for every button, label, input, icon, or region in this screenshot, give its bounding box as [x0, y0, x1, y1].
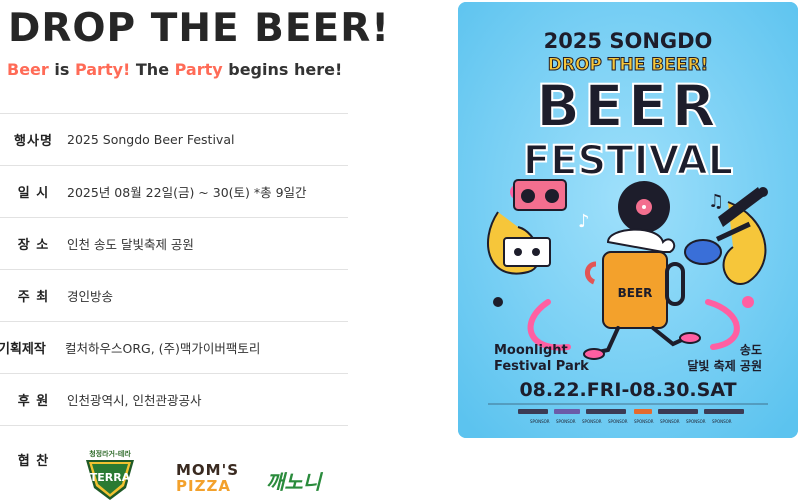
poster-sponsor-slot: SPONSOR — [686, 419, 706, 424]
moms-pizza-line: MOM'S — [176, 461, 240, 479]
info-value: 인천 송도 달빛축제 공원 — [67, 237, 194, 252]
ganoni-logo: 깨노니 — [266, 470, 322, 494]
tagline-word: is — [48, 60, 75, 79]
poster-sponsor-slot: SPONSOR — [660, 419, 680, 424]
festival-poster: 2025 SONGDO DROP THE BEER! BEER FESTIVAL — [458, 2, 798, 438]
poster-dates: 08.22.FRI-08.30.SAT — [519, 379, 736, 401]
poster-venue-en: Moonlight — [494, 343, 568, 358]
festival-info-panel: DROP THE BEER! Beer is Party! The Party … — [0, 0, 389, 502]
poster-venue-en: Festival Park — [494, 359, 589, 374]
info-label: 협 찬 — [17, 454, 50, 469]
info-value: 2025 Songdo Beer Festival — [67, 132, 235, 147]
poster-art: 2025 SONGDO DROP THE BEER! BEER FESTIVAL — [458, 2, 798, 438]
poster-year-line: 2025 SONGDO — [544, 29, 713, 53]
poster-sponsor-slot: SPONSOR — [530, 419, 550, 424]
poster-festival-word: FESTIVAL — [523, 138, 733, 184]
info-label: 기획제작 — [0, 342, 46, 357]
terra-logo-subtitle: 청정라거-테라 — [89, 449, 131, 458]
info-row-event-name: 행사명 2025 Songdo Beer Festival — [0, 113, 348, 165]
info-value: 경인방송 — [67, 289, 114, 304]
moms-pizza-line: PIZZA — [176, 477, 231, 495]
poster-sponsor-slot: SPONSOR — [712, 419, 732, 424]
poster-sponsor-slot: SPONSOR — [608, 419, 628, 424]
moms-pizza-logo: MOM'S PIZZA — [176, 462, 239, 494]
terra-logo-text: TERRA — [90, 471, 131, 484]
poster-sponsor-slot: SPONSOR — [634, 419, 654, 424]
info-row-venue: 장 소 인천 송도 달빛축제 공원 — [0, 217, 348, 269]
poster-venue-kr: 달빛 축제 공원 — [687, 358, 762, 373]
tagline-word: Party! — [74, 60, 131, 79]
info-label: 후 원 — [17, 394, 50, 409]
poster-venue-kr: 송도 — [740, 343, 762, 357]
terra-logo: 청정라거-테라 TERRA — [86, 449, 134, 500]
page-title: DROP THE BEER! — [8, 6, 391, 51]
info-label: 주 최 — [17, 290, 50, 305]
info-row-production: 기획제작 컬처하우스ORG, (주)맥가이버팩토리 — [0, 321, 348, 373]
info-row-date: 일 시 2025년 08월 22일(금) ~ 30(토) *총 9일간 — [0, 165, 348, 217]
poster-sponsor-slot: SPONSOR — [582, 419, 602, 424]
info-value: 인천광역시, 인천관광공사 — [67, 393, 202, 408]
info-value: 2025년 08월 22일(금) ~ 30(토) *총 9일간 — [67, 185, 307, 200]
info-row-support: 후 원 인천광역시, 인천관광공사 — [0, 373, 348, 425]
poster-beer-word: BEER — [536, 72, 720, 140]
tagline-word: The — [130, 60, 175, 79]
poster-cup-label: BEER — [618, 286, 653, 300]
info-value: 컬처하우스ORG, (주)맥가이버팩토리 — [65, 341, 261, 356]
info-label: 일 시 — [17, 186, 50, 201]
music-note-icon: ♪ — [578, 211, 590, 232]
info-row-host: 주 최 경인방송 — [0, 269, 348, 321]
event-info-table: 행사명 2025 Songdo Beer Festival 일 시 2025년 … — [0, 113, 348, 502]
info-label: 장 소 — [17, 238, 50, 253]
info-label: 행사명 — [14, 134, 53, 149]
tagline-word: Party — [174, 60, 223, 79]
music-note-icon: ♫ — [708, 191, 724, 212]
tagline-word: begins here! — [222, 60, 343, 79]
sponsor-logos: 청정라거-테라 TERRA MOM'S PIZZA 깨노니 — [80, 448, 340, 502]
tagline: Beer is Party! The Party begins here! — [7, 60, 342, 79]
tagline-word: Beer — [7, 60, 49, 79]
poster-sponsor-slot: SPONSOR — [556, 419, 576, 424]
